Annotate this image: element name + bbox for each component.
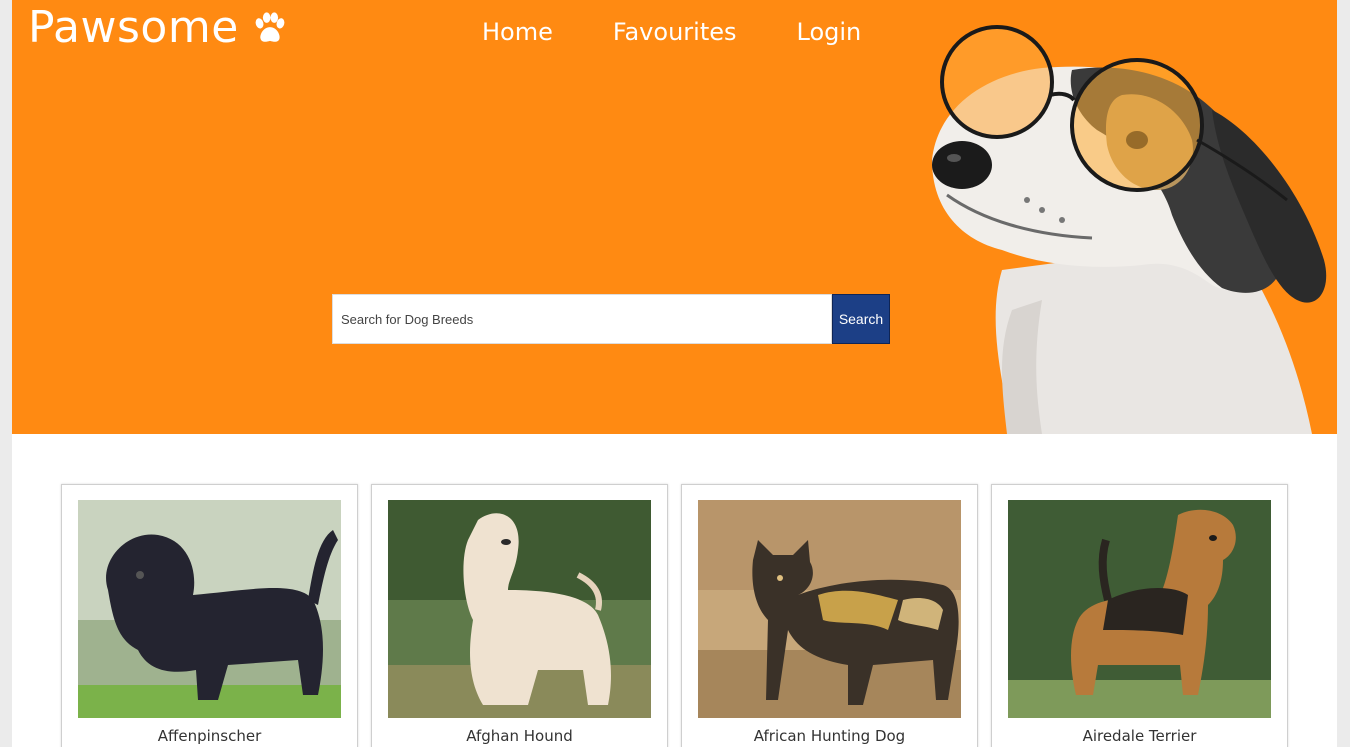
page: Pawsome Home Favourites Login Search for… — [12, 0, 1337, 747]
afghan-hound-photo — [388, 500, 651, 718]
breed-name: Afghan Hound — [466, 727, 573, 745]
brand-name: Pawsome — [28, 2, 239, 53]
breed-grid: Affenpinscher Afghan Hound African Hunti… — [61, 484, 1301, 747]
search-bar: Search — [332, 294, 890, 344]
logo[interactable]: Pawsome — [28, 2, 289, 54]
breed-card[interactable]: African Hunting Dog — [681, 484, 978, 747]
nav-home[interactable]: Home — [482, 14, 553, 50]
dog-hero-image — [932, 25, 1327, 434]
main-nav: Home Favourites Login — [482, 14, 921, 50]
african-hunting-dog-photo — [698, 500, 961, 718]
nav-favourites[interactable]: Favourites — [613, 14, 737, 50]
breed-name: African Hunting Dog — [753, 727, 906, 745]
breed-card[interactable]: Affenpinscher — [61, 484, 358, 747]
breed-card[interactable]: Afghan Hound — [371, 484, 668, 747]
affenpinscher-photo — [78, 500, 341, 718]
search-input[interactable] — [332, 294, 832, 344]
breed-card[interactable]: Airedale Terrier — [991, 484, 1288, 747]
search-button[interactable]: Search — [832, 294, 890, 344]
hero-banner: Pawsome Home Favourites Login Search — [12, 0, 1337, 434]
nav-login[interactable]: Login — [797, 14, 862, 50]
breed-name: Airedale Terrier — [1082, 727, 1197, 745]
paw-icon — [255, 12, 285, 42]
airedale-terrier-photo — [1008, 500, 1271, 718]
breed-name: Affenpinscher — [157, 727, 262, 745]
